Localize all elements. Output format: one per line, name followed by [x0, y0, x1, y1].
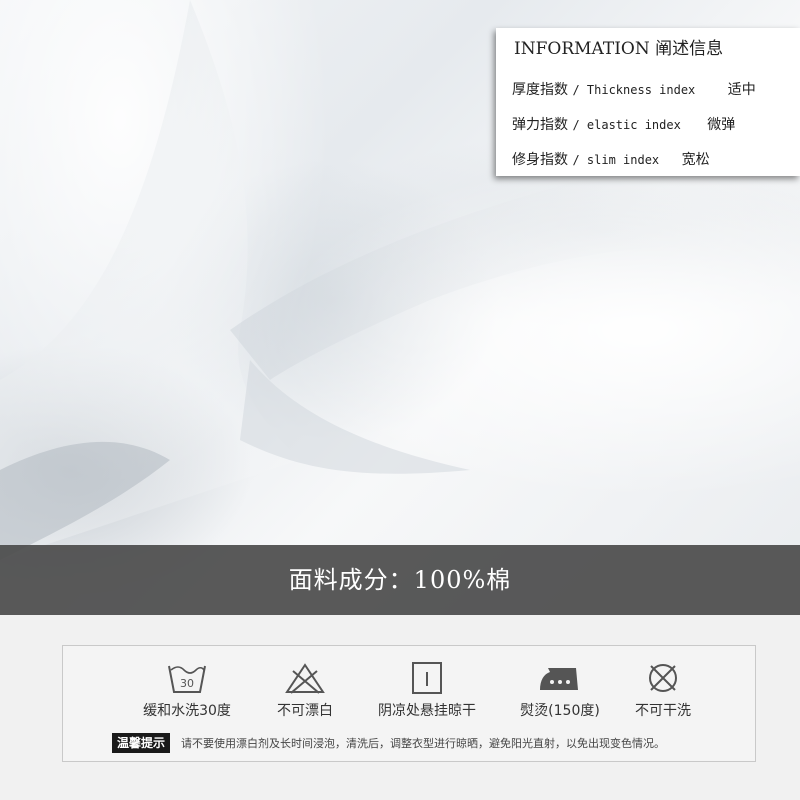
slim-label-en: / slim index	[572, 153, 660, 167]
iron-icon	[540, 668, 578, 690]
care-label-dryclean: 不可干洗	[635, 703, 691, 719]
info-row-slim: 修身指数 / slim index 宽松	[512, 149, 710, 169]
tip-badge: 温馨提示	[112, 733, 171, 753]
slim-label: 修身指数	[512, 152, 568, 168]
fabric-composition-banner: 面料成分：100%棉	[0, 545, 800, 615]
care-item-dryclean: 不可干洗	[618, 660, 708, 720]
thickness-label: 厚度指数	[512, 82, 568, 98]
information-card: INFORMATION 阐述信息 厚度指数 / Thickness index …	[496, 28, 800, 176]
information-title: INFORMATION 阐述信息	[514, 39, 724, 59]
care-label-dry: 阴凉处悬挂晾干	[378, 703, 476, 719]
wash-temp: 30	[180, 677, 194, 690]
elastic-label-en: / elastic index	[572, 118, 681, 132]
no-bleach-icon	[285, 663, 325, 694]
elastic-value: 微弹	[707, 117, 736, 133]
product-detail-page: INFORMATION 阐述信息 厚度指数 / Thickness index …	[0, 0, 800, 800]
care-label-bleach: 不可漂白	[277, 703, 333, 719]
line-dry-shade-icon	[412, 662, 442, 694]
elastic-label: 弹力指数	[512, 117, 568, 133]
care-item-iron: 熨烫(150度)	[508, 660, 612, 720]
care-item-wash: 30 缓和水洗30度	[132, 660, 242, 720]
info-row-thickness: 厚度指数 / Thickness index 适中	[512, 79, 756, 99]
thickness-value: 适中	[727, 82, 756, 98]
care-item-bleach: 不可漂白	[255, 660, 355, 720]
care-label-wash: 缓和水洗30度	[143, 703, 231, 719]
thickness-label-en: / Thickness index	[572, 83, 696, 97]
info-row-elastic: 弹力指数 / elastic index 微弹	[512, 114, 735, 134]
no-dry-clean-icon	[649, 664, 677, 692]
care-item-dry: 阴凉处悬挂晾干	[365, 660, 489, 720]
tip-text: 请不要使用漂白剂及长时间浸泡，清洗后，调整衣型进行晾晒，避免阳光直射，以免出现变…	[181, 737, 665, 750]
wash-30-icon: 30	[168, 665, 206, 693]
care-label-iron: 熨烫(150度)	[520, 703, 600, 719]
slim-value: 宽松	[681, 152, 710, 168]
